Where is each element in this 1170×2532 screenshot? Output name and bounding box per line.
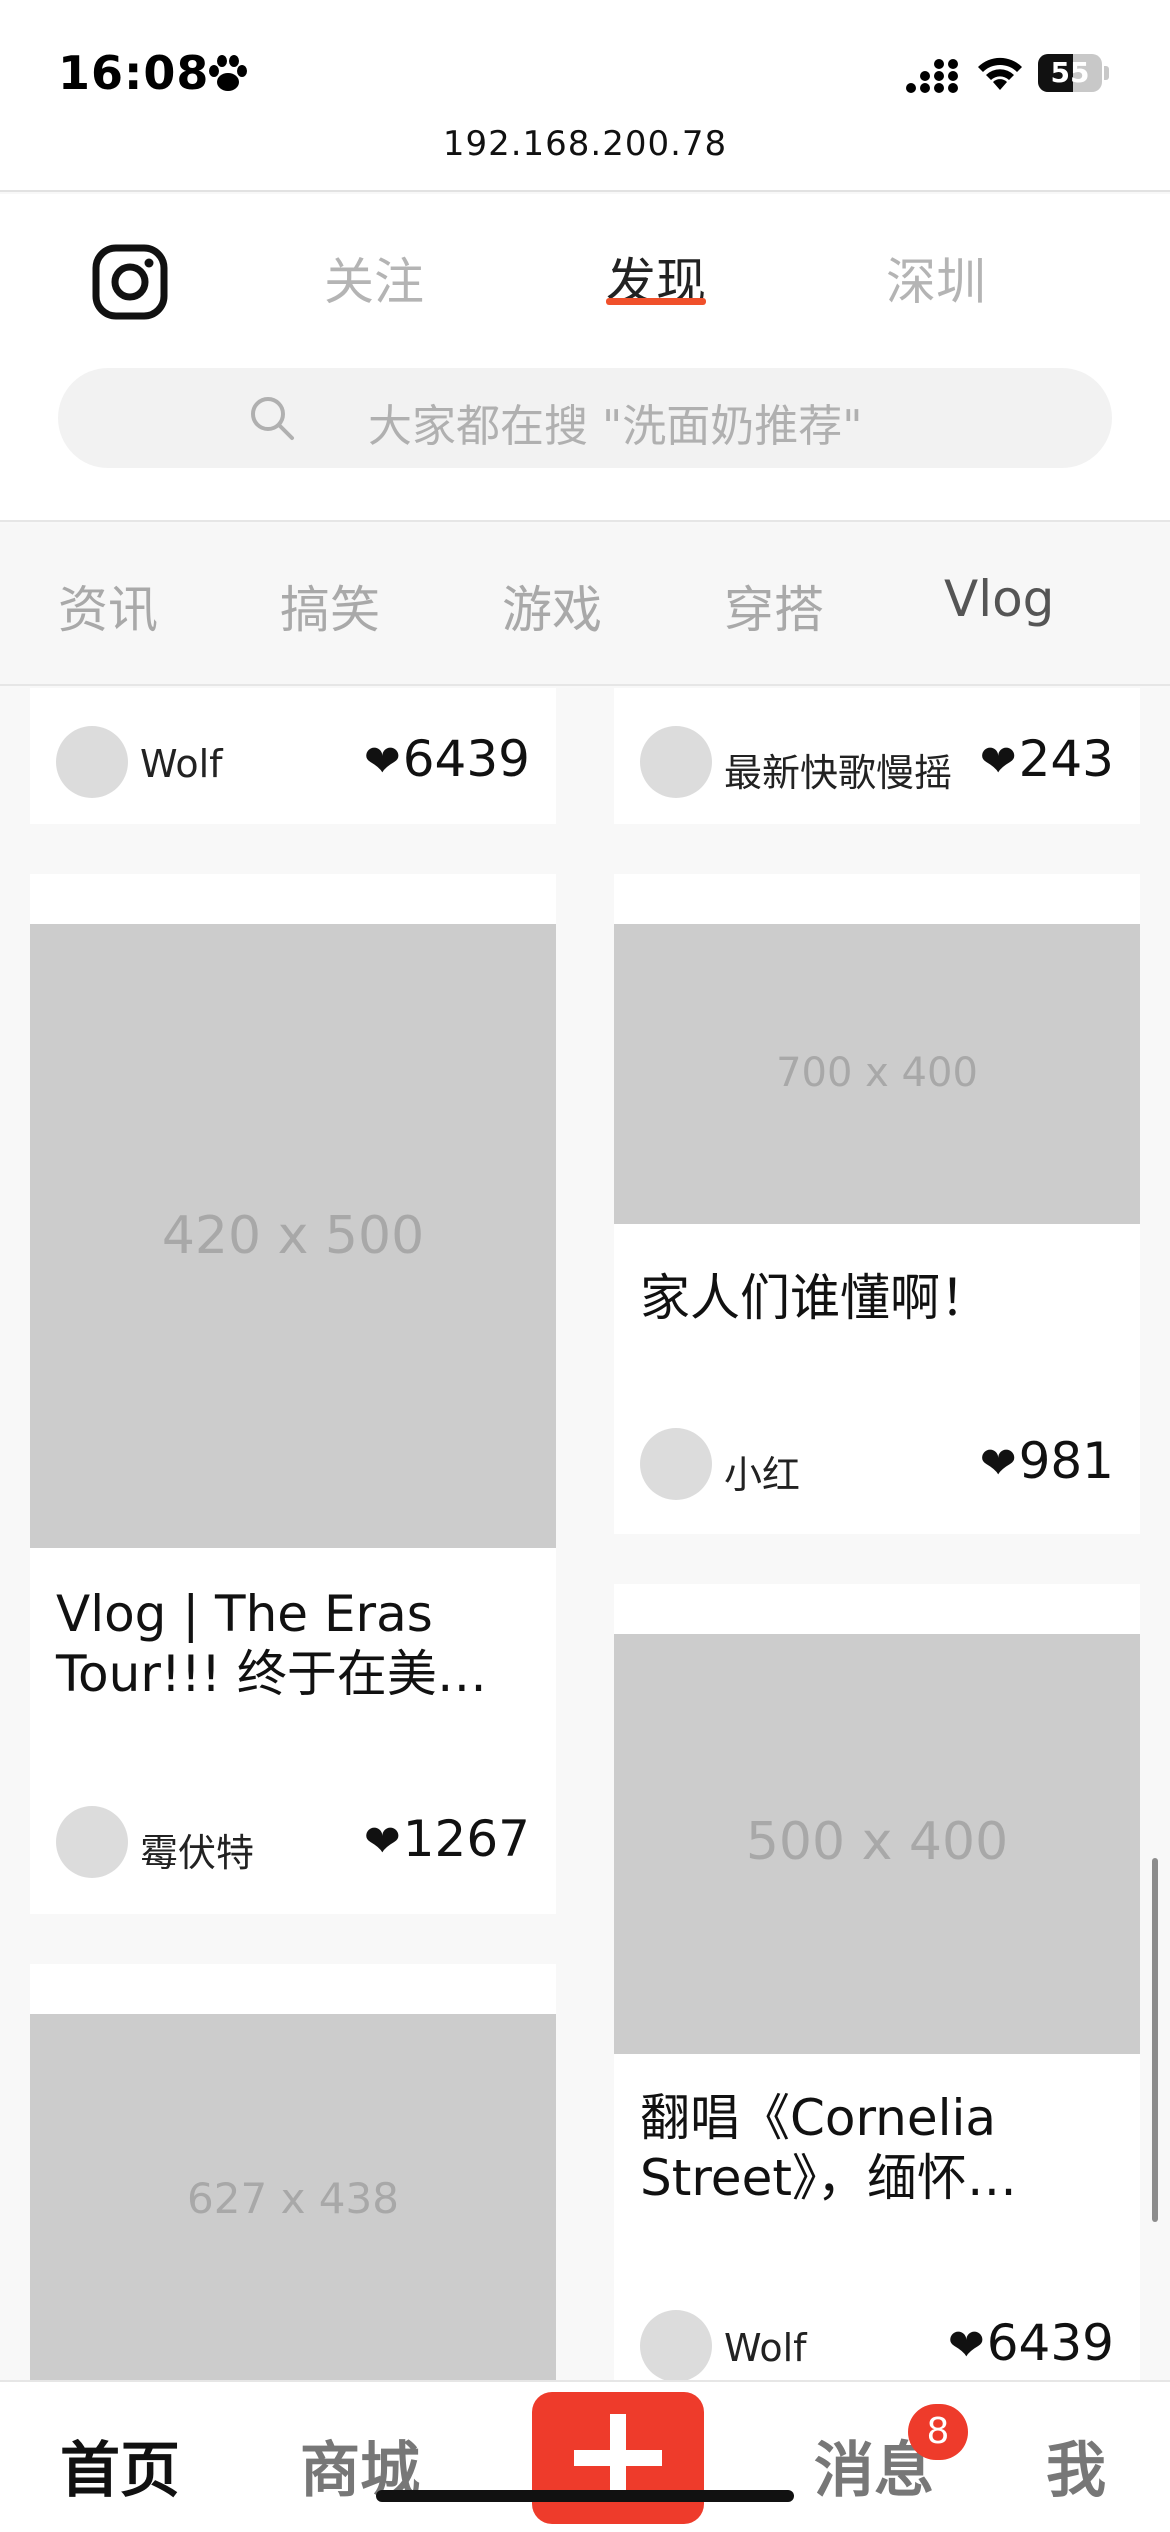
- nav-home[interactable]: 首页: [60, 2422, 180, 2509]
- browser-url-bar[interactable]: 192.168.200.78: [0, 120, 1170, 192]
- feed-card[interactable]: Wolf ❤6439: [30, 688, 556, 824]
- category-games[interactable]: 游戏: [502, 570, 602, 642]
- battery-percent: 55: [1050, 56, 1090, 89]
- create-post-button[interactable]: [532, 2392, 704, 2524]
- avatar[interactable]: [640, 2310, 712, 2380]
- cellular-signal-icon: [906, 59, 958, 93]
- search-icon: [251, 397, 294, 440]
- author-name[interactable]: Wolf: [140, 742, 223, 786]
- author-name[interactable]: 最新快歌慢摇: [724, 742, 952, 797]
- avatar[interactable]: [640, 726, 712, 798]
- bottom-nav: 首页 商城 消息 8 我: [0, 2380, 1170, 2532]
- author-name[interactable]: 小红: [724, 1444, 800, 1499]
- category-funny[interactable]: 搞笑: [280, 570, 380, 642]
- paw-icon: [209, 55, 247, 91]
- search-bar[interactable]: 大家都在搜 "洗面奶推荐": [58, 368, 1112, 468]
- post-image: 627 x 438: [30, 2014, 556, 2380]
- category-outfits[interactable]: 穿搭: [724, 570, 824, 642]
- heart-icon[interactable]: ❤: [364, 1816, 401, 1867]
- wifi-icon: [978, 57, 1022, 90]
- post-image: 700 x 400: [614, 924, 1140, 1224]
- app-header: 关注 发现 深圳 大家都在搜 "洗面奶推荐": [0, 194, 1170, 522]
- home-indicator[interactable]: [376, 2490, 794, 2502]
- post-title: 家人们谁懂啊！: [640, 1269, 990, 1327]
- post-image: 420 x 500: [30, 924, 556, 1548]
- like-count[interactable]: ❤1267: [364, 1810, 530, 1868]
- like-count[interactable]: ❤6439: [364, 730, 530, 788]
- message-badge: 8: [908, 2404, 968, 2460]
- heart-icon[interactable]: ❤: [948, 2320, 985, 2371]
- category-bar: 资讯 搞笑 游戏 穿搭 Vlog: [0, 524, 1170, 686]
- active-tab-indicator: [606, 298, 706, 305]
- status-time: 16:08: [58, 46, 210, 100]
- category-news[interactable]: 资讯: [58, 570, 158, 642]
- feed-card[interactable]: 700 x 400 家人们谁懂啊！ 小红 ❤981: [614, 874, 1140, 1534]
- heart-icon[interactable]: ❤: [980, 736, 1017, 787]
- feed-card[interactable]: 627 x 438: [30, 1964, 556, 2380]
- author-name[interactable]: Wolf: [724, 2326, 807, 2370]
- search-placeholder: 大家都在搜 "洗面奶推荐": [368, 401, 863, 452]
- like-count[interactable]: ❤981: [980, 1432, 1114, 1490]
- avatar[interactable]: [640, 1428, 712, 1500]
- like-count[interactable]: ❤6439: [948, 2314, 1114, 2372]
- nav-me[interactable]: 我: [1046, 2422, 1106, 2509]
- category-vlog[interactable]: Vlog: [944, 570, 1054, 628]
- post-title: 翻唱《Cornelia Street》，缅怀…: [640, 2089, 1017, 2207]
- feed-grid: Wolf ❤6439 420 x 500 Vlog | The Eras Tou…: [0, 688, 1170, 2380]
- feed-card[interactable]: 500 x 400 翻唱《Cornelia Street》，缅怀… Wolf ❤…: [614, 1584, 1140, 2380]
- feed-card[interactable]: 最新快歌慢摇 ❤243: [614, 688, 1140, 824]
- tab-shenzhen[interactable]: 深圳: [886, 242, 986, 314]
- post-title: Vlog | The Eras Tour!!! 终于在美…: [56, 1585, 487, 1703]
- like-count[interactable]: ❤243: [980, 730, 1114, 788]
- tab-follow[interactable]: 关注: [324, 242, 424, 314]
- author-name[interactable]: 霉伏特: [140, 1822, 254, 1877]
- battery-icon: 55: [1038, 54, 1109, 94]
- heart-icon[interactable]: ❤: [980, 1438, 1017, 1489]
- heart-icon[interactable]: ❤: [364, 736, 401, 787]
- feed-card[interactable]: 420 x 500 Vlog | The Eras Tour!!! 终于在美… …: [30, 874, 556, 1914]
- scrollbar[interactable]: [1152, 1858, 1158, 2222]
- app-screen: 16:08 55 192.168.200.78 关注 发现 深圳 大家都在搜 "…: [0, 0, 1170, 2532]
- url-text: 192.168.200.78: [442, 124, 728, 164]
- status-bar: 16:08 55: [0, 0, 1170, 120]
- avatar[interactable]: [56, 1806, 128, 1878]
- post-image: 500 x 400: [614, 1634, 1140, 2054]
- avatar[interactable]: [56, 726, 128, 798]
- instagram-icon[interactable]: [92, 244, 168, 320]
